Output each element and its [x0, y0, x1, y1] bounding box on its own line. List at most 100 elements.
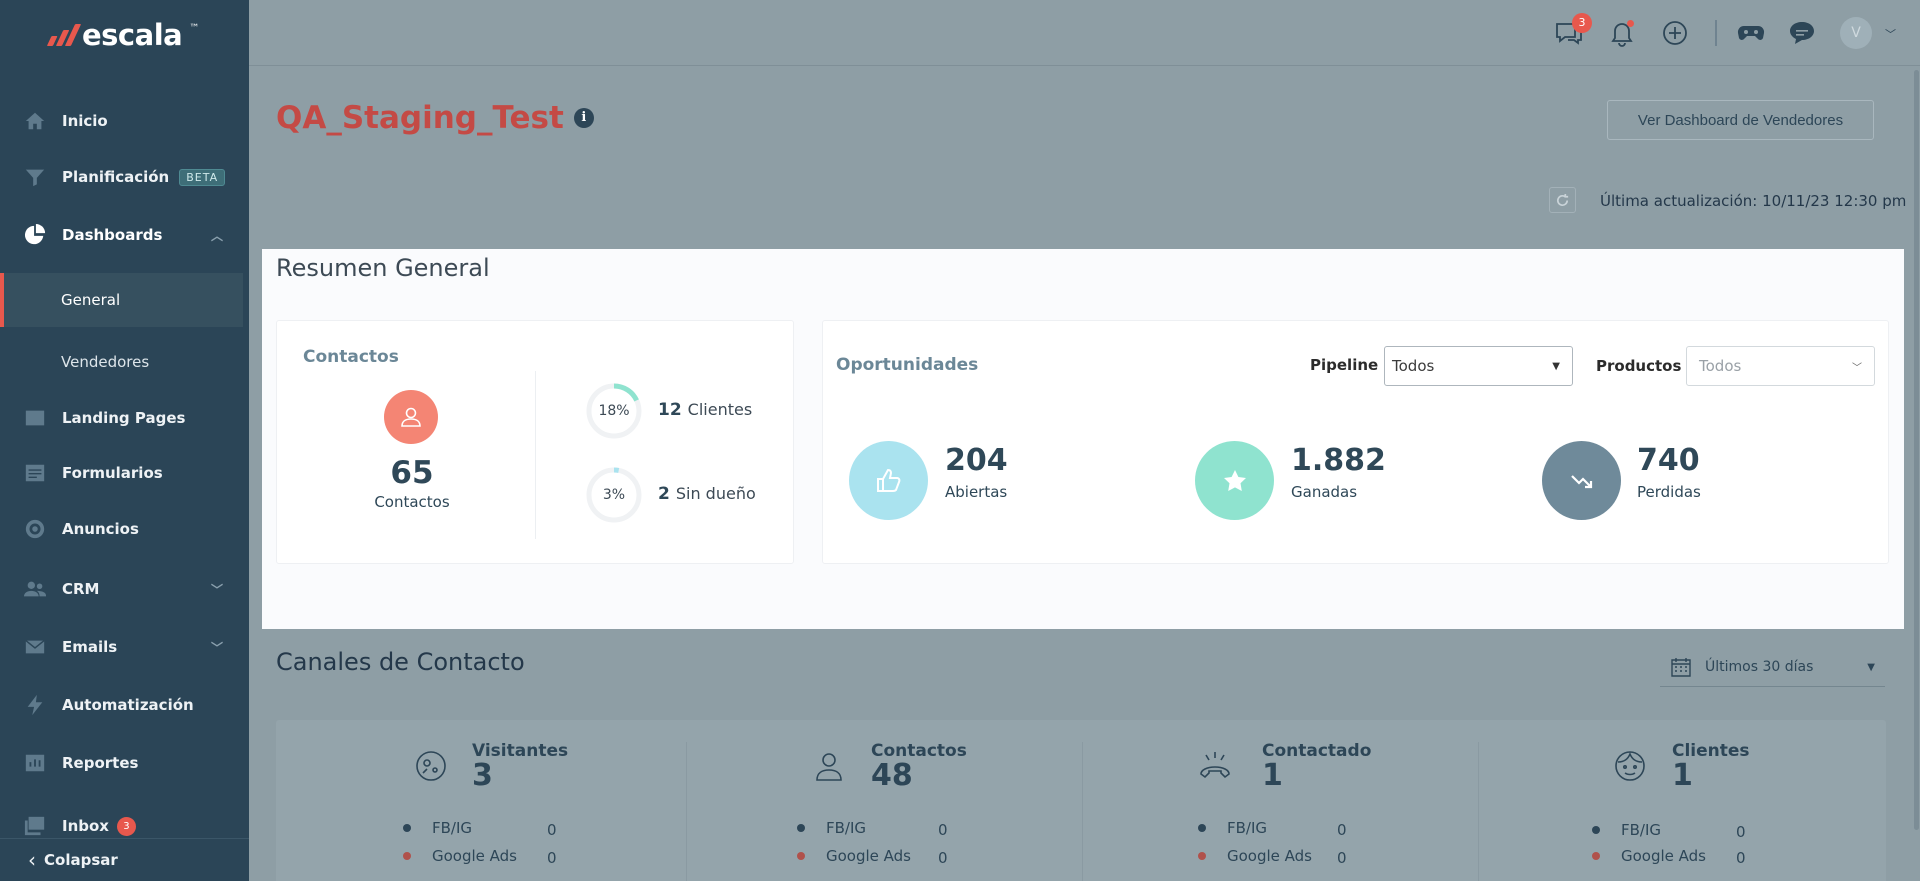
sidebar-item-label: Inbox	[62, 817, 109, 835]
lost-opportunities-icon	[1542, 441, 1621, 520]
browser-icon	[25, 410, 45, 426]
sidebar-item-inicio[interactable]: Inicio	[0, 96, 249, 146]
lightning-icon	[27, 694, 43, 716]
sin-dueno-label: Sin dueño	[675, 484, 756, 503]
sidebar-item-label: Anuncios	[62, 520, 139, 538]
inbox-badge: 3	[116, 816, 136, 836]
gamepad-button[interactable]	[1736, 18, 1766, 48]
pie-chart-icon	[24, 224, 46, 245]
sellers-dashboard-button[interactable]: Ver Dashboard de Vendedores	[1607, 100, 1874, 140]
sidebar-item-label: Dashboards	[62, 226, 163, 244]
calendar-icon	[1671, 658, 1691, 677]
caret-down-icon: ▼	[1552, 360, 1560, 372]
sidebar-item-formularios[interactable]: Formularios	[0, 448, 249, 498]
notifications-button[interactable]	[1607, 18, 1637, 48]
sidebar-item-automatizacion[interactable]: Automatización	[0, 680, 249, 730]
thumbs-up-icon	[876, 468, 900, 492]
add-button[interactable]	[1660, 18, 1690, 48]
opportunities-card: Oportunidades Pipeline Todos ▼ Productos…	[822, 320, 1889, 564]
channel-row-fbig: FB/IG	[1592, 821, 1661, 839]
products-select[interactable]: Todos ﹀	[1686, 346, 1875, 386]
sidebar-item-landing-pages[interactable]: Landing Pages	[0, 393, 249, 443]
refresh-icon	[1556, 193, 1569, 206]
chat-button[interactable]: 3	[1554, 13, 1592, 48]
contact-avatar	[384, 390, 438, 444]
won-value: 1.882	[1291, 443, 1386, 478]
page-scrollbar[interactable]	[1914, 70, 1919, 830]
won-label: Ganadas	[1291, 483, 1358, 501]
row-label: FB/IG	[826, 819, 867, 837]
sidebar-item-label: Formularios	[62, 464, 163, 482]
channel-row-fbig: FB/IG	[797, 819, 866, 837]
lost-value: 740	[1637, 443, 1700, 478]
user-avatar[interactable]: V	[1840, 17, 1872, 49]
sidebar-item-label: Landing Pages	[62, 409, 186, 427]
contacts-total: 65	[390, 455, 434, 491]
chevron-down-icon[interactable]: ﹀	[1885, 26, 1896, 42]
products-label: Productos	[1596, 357, 1682, 375]
row-label: Google Ads	[432, 847, 517, 865]
users-icon	[24, 581, 46, 597]
channel-row-google-ads: Google Ads	[1198, 847, 1312, 865]
sidebar-item-emails[interactable]: Emails ﹀	[0, 622, 249, 672]
row-value: 0	[1736, 849, 1746, 867]
sidebar-item-label: Planificación	[62, 168, 170, 186]
sidebar-item-dashboards[interactable]: Dashboards ︿	[0, 210, 249, 260]
info-icon[interactable]: i	[573, 108, 594, 128]
row-value: 0	[547, 821, 557, 839]
pipeline-label: Pipeline	[1310, 356, 1379, 374]
page-title-text: QA_Staging_Test	[276, 100, 564, 136]
sidebar-subitem-general[interactable]: General	[0, 273, 243, 327]
inbox-icon	[24, 816, 45, 836]
row-value: 0	[938, 821, 948, 839]
pipeline-select[interactable]: Todos ▼	[1384, 346, 1573, 386]
collapse-sidebar-button[interactable]: ‹ Colapsar	[0, 838, 249, 881]
sidebar-item-label: Reportes	[62, 754, 139, 772]
lost-label: Perdidas	[1637, 483, 1701, 501]
row-label: FB/IG	[1227, 819, 1268, 837]
notification-dot	[1627, 20, 1634, 27]
legend-dot	[403, 852, 411, 860]
row-value: 0	[1736, 823, 1746, 841]
report-icon	[25, 754, 45, 772]
row-value: 0	[938, 849, 948, 867]
divider	[535, 371, 536, 539]
opportunities-card-title: Oportunidades	[836, 355, 979, 375]
channels-card: Visitantes 3 FB/IG 0 Google Ads 0 Contac…	[276, 720, 1886, 881]
sin-dueno-stat: 2 Sin dueño	[658, 484, 756, 504]
last-update-text: Última actualización: 10/11/23 12:30 pm	[1600, 192, 1907, 210]
sidebar-item-reportes[interactable]: Reportes	[0, 738, 249, 788]
legend-dot	[1198, 824, 1206, 832]
clientes-count: 12	[658, 400, 682, 420]
sidebar-item-crm[interactable]: CRM ﹀	[0, 564, 249, 614]
contacts-card-title: Contactos	[303, 347, 399, 367]
phone-icon	[1200, 752, 1230, 779]
person-icon	[401, 407, 421, 427]
support-chat-icon	[1790, 22, 1814, 44]
open-opportunities-icon	[849, 441, 928, 520]
channel-contactado: Contactado 1 FB/IG 0 Google Ads 0	[1082, 720, 1482, 881]
clientes-stat: 12 Clientes	[658, 400, 752, 420]
sidebar-subitem-vendedores[interactable]: Vendedores	[0, 335, 243, 389]
brand-logo[interactable]: escala ™	[46, 18, 200, 52]
sidebar-item-label: Automatización	[62, 696, 194, 714]
refresh-button[interactable]	[1549, 187, 1576, 213]
chevron-up-icon: ︿	[210, 228, 223, 243]
date-range-value: Últimos 30 días	[1705, 659, 1814, 675]
legend-dot	[797, 824, 805, 832]
channel-visitantes: Visitantes 3 FB/IG 0 Google Ads 0	[276, 720, 686, 881]
chevron-left-icon: ‹	[28, 848, 36, 872]
row-label: FB/IG	[432, 819, 473, 837]
brand-tm: ™	[189, 22, 200, 34]
target-icon	[25, 519, 45, 539]
row-label: Google Ads	[826, 847, 911, 865]
legend-dot	[403, 824, 411, 832]
sidebar-subitem-label: General	[61, 291, 121, 309]
row-label: FB/IG	[1621, 821, 1662, 839]
sidebar-item-anuncios[interactable]: Anuncios	[0, 504, 249, 554]
star-icon	[1223, 469, 1246, 491]
date-range-select[interactable]: Últimos 30 días ▼	[1660, 648, 1885, 687]
sidebar-item-planificacion[interactable]: Planificación BETA	[0, 152, 249, 202]
support-chat-button[interactable]	[1787, 18, 1817, 48]
person-icon	[816, 753, 842, 781]
